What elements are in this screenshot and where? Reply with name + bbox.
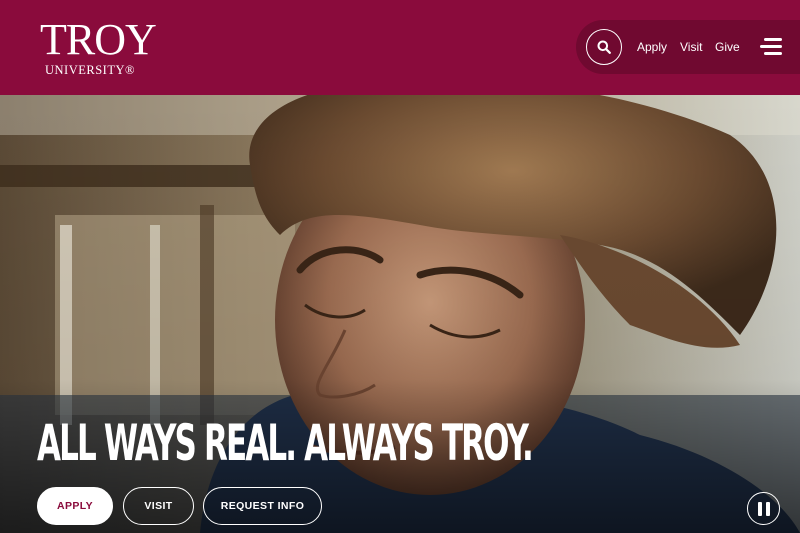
utility-nav: Apply Visit Give (576, 20, 800, 74)
request-info-button[interactable]: REQUEST INFO (203, 487, 322, 525)
search-button[interactable] (586, 29, 622, 65)
troy-university-logo[interactable]: TROY UNIVERSITY® (40, 15, 157, 78)
visit-link[interactable]: Visit (680, 39, 702, 55)
give-link[interactable]: Give (715, 39, 740, 55)
visit-button[interactable]: VISIT (123, 487, 194, 525)
search-icon (597, 40, 611, 54)
pause-icon (757, 501, 762, 516)
hamburger-menu-icon[interactable] (760, 38, 782, 56)
logo-wordmark: TROY (40, 15, 157, 64)
pause-video-button[interactable] (747, 492, 780, 525)
hero-headline: ALL WAYS REAL. ALWAYS TROY. (37, 414, 534, 472)
site-header: TROY UNIVERSITY® Apply Visit Give (0, 0, 800, 95)
apply-button[interactable]: APPLY (37, 487, 113, 525)
apply-link[interactable]: Apply (637, 39, 667, 55)
logo-subtitle: UNIVERSITY® (45, 63, 135, 77)
